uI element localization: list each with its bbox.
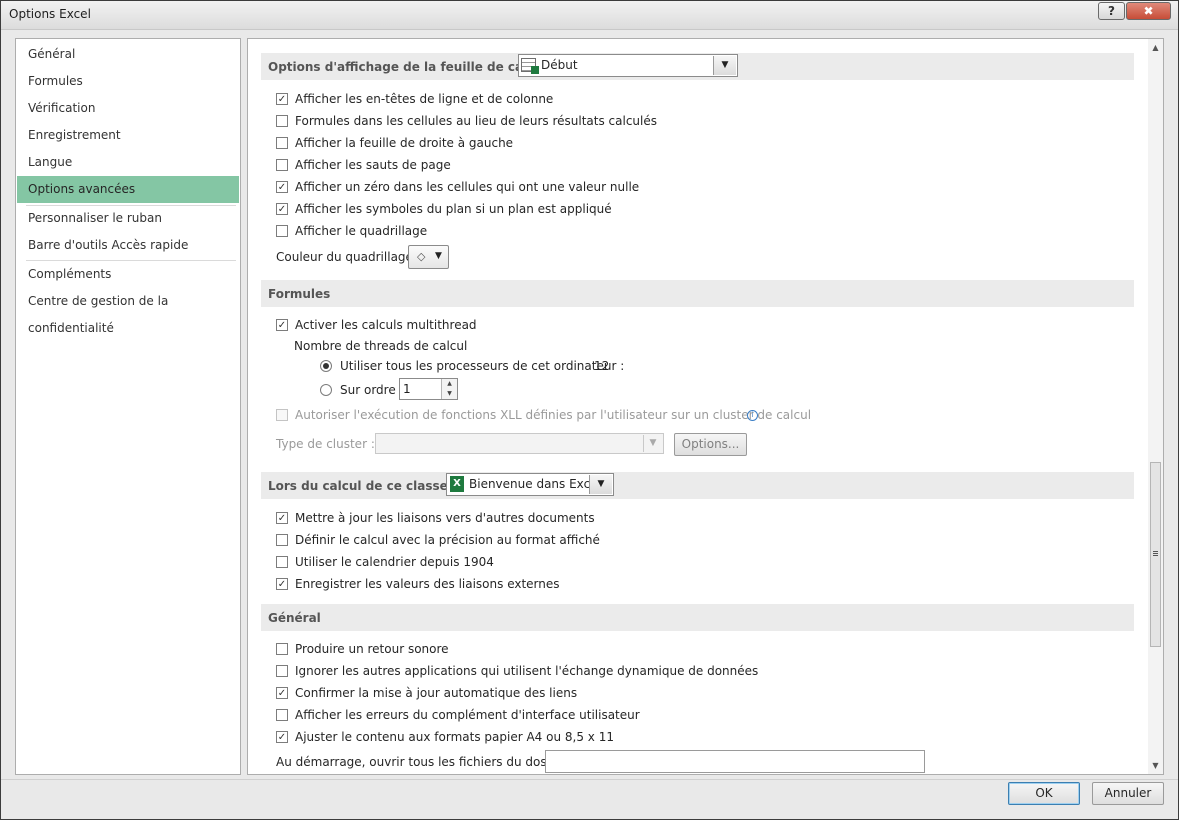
checkbox-label: Afficher le quadrillage — [295, 224, 428, 238]
scroll-thumb[interactable] — [1150, 462, 1161, 647]
excel-icon: X — [450, 476, 464, 492]
scroll-up-arrow-icon[interactable]: ▲ — [1148, 41, 1163, 55]
sidebar-item-general[interactable]: Général — [17, 41, 239, 68]
sidebar-item-addins[interactable]: Compléments — [17, 261, 239, 288]
checkbox-1904-date[interactable] — [276, 556, 288, 568]
worksheet-icon — [521, 58, 539, 74]
section-title: Formules — [268, 287, 331, 301]
checkbox-label: Confirmer la mise à jour automatique des… — [295, 686, 578, 700]
help-button[interactable]: ? — [1098, 2, 1125, 20]
checkbox-confirm-link-update[interactable] — [276, 687, 288, 699]
radio-label: Sur ordre — [340, 383, 396, 397]
checkbox-scale-paper[interactable] — [276, 731, 288, 743]
checkbox-label: Mettre à jour les liaisons vers d'autres… — [295, 511, 595, 525]
checkbox-label: Afficher les en-têtes de ligne et de col… — [295, 92, 554, 106]
gridline-color-button[interactable]: ◇ ▼ — [408, 245, 449, 269]
checkbox-xll-cluster — [276, 409, 288, 421]
sidebar-item-proofing[interactable]: Vérification — [17, 95, 239, 122]
grip-icon — [1153, 551, 1158, 552]
radio-use-all-processors[interactable] — [320, 360, 332, 372]
checkbox-label: Produire un retour sonore — [295, 642, 449, 656]
title-bar[interactable]: Options Excel ? ✖ — [1, 1, 1178, 30]
cluster-type-select: ▼ — [375, 433, 664, 454]
workbook-select-value: Bienvenue dans Exc... — [469, 477, 602, 491]
checkbox-label: Afficher un zéro dans les cellules qui o… — [295, 180, 640, 194]
threads-stepper[interactable]: 1 ▲ ▼ — [399, 378, 458, 400]
checkbox-label: Ignorer les autres applications qui util… — [295, 664, 759, 678]
chevron-down-icon: ▼ — [643, 435, 662, 452]
checkbox-row-col-headers[interactable] — [276, 93, 288, 105]
checkbox-page-breaks[interactable] — [276, 159, 288, 171]
info-icon[interactable]: i — [747, 410, 758, 421]
checkbox-precision-as-displayed[interactable] — [276, 534, 288, 546]
paint-bucket-icon: ◇ — [417, 250, 426, 263]
checkbox-label: Définir le calcul avec la précision au f… — [295, 533, 600, 547]
checkbox-label: Formules dans les cellules au lieu de le… — [295, 114, 657, 128]
sidebar-item-formulas[interactable]: Formules — [17, 68, 239, 95]
radio-manual[interactable] — [320, 384, 332, 396]
section-general: Général — [261, 604, 1134, 631]
cluster-options-button: Options... — [674, 433, 747, 456]
sheet-select-value: Début — [541, 58, 578, 72]
spin-up-icon[interactable]: ▲ — [441, 379, 457, 389]
checkbox-label: Activer les calculs multithread — [295, 318, 477, 332]
window-title: Options Excel — [9, 7, 91, 21]
workbook-select[interactable]: X Bienvenue dans Exc... ▼ — [446, 473, 614, 496]
checkbox-label: Afficher les erreurs du complément d'int… — [295, 708, 640, 722]
section-title: Options d'affichage de la feuille de cal… — [268, 60, 556, 74]
checkbox-ignore-dde[interactable] — [276, 665, 288, 677]
checkbox-label: Afficher les sauts de page — [295, 158, 451, 172]
chevron-down-icon[interactable]: ▼ — [713, 56, 736, 75]
checkbox-addin-errors[interactable] — [276, 709, 288, 721]
section-formulas: Formules — [261, 280, 1134, 307]
threads-label: Nombre de threads de calcul — [294, 339, 468, 353]
options-sidebar: Général Formules Vérification Enregistre… — [15, 38, 241, 775]
startup-folder-input[interactable] — [545, 750, 925, 773]
spin-down-icon[interactable]: ▼ — [441, 389, 457, 399]
sidebar-item-advanced[interactable]: Options avancées — [17, 176, 239, 203]
checkbox-label: Enregistrer les valeurs des liaisons ext… — [295, 577, 560, 591]
sidebar-item-quick-access[interactable]: Barre d'outils Accès rapide — [17, 232, 239, 259]
scroll-down-arrow-icon[interactable]: ▼ — [1148, 759, 1163, 773]
checkbox-show-formulas[interactable] — [276, 115, 288, 127]
sheet-select[interactable]: Début ▼ — [518, 54, 738, 77]
threads-stepper-value[interactable]: 1 — [403, 382, 411, 396]
checkbox-gridlines[interactable] — [276, 225, 288, 237]
checkbox-right-to-left[interactable] — [276, 137, 288, 149]
sidebar-item-language[interactable]: Langue — [17, 149, 239, 176]
checkbox-label: Afficher la feuille de droite à gauche — [295, 136, 514, 150]
checkbox-show-zero[interactable] — [276, 181, 288, 193]
sidebar-item-customize-ribbon[interactable]: Personnaliser le ruban — [17, 205, 239, 232]
checkbox-label: Afficher les symboles du plan si un plan… — [295, 202, 612, 216]
checkbox-save-external-links[interactable] — [276, 578, 288, 590]
gridline-color-label: Couleur du quadrillage — [276, 250, 413, 264]
processor-count: 12 — [594, 359, 610, 373]
checkbox-outline-symbols[interactable] — [276, 203, 288, 215]
sidebar-item-trust-center[interactable]: Centre de gestion de la confidentialité — [17, 288, 239, 335]
checkbox-label: Ajuster le contenu aux formats papier A4… — [295, 730, 614, 744]
cluster-type-label: Type de cluster : — [276, 437, 375, 451]
chevron-down-icon: ▼ — [435, 251, 442, 261]
checkbox-sound-feedback[interactable] — [276, 643, 288, 655]
checkbox-update-links[interactable] — [276, 512, 288, 524]
section-title: Lors du calcul de ce classeur : — [268, 479, 472, 493]
startup-folder-label: Au démarrage, ouvrir tous les fichiers d… — [276, 755, 577, 769]
checkbox-multithread[interactable] — [276, 319, 288, 331]
section-workbook-calc: Lors du calcul de ce classeur : — [261, 472, 1134, 499]
chevron-down-icon[interactable]: ▼ — [589, 475, 612, 494]
close-button[interactable]: ✖ — [1126, 2, 1171, 20]
ok-button[interactable]: OK — [1008, 782, 1080, 805]
sidebar-item-save[interactable]: Enregistrement — [17, 122, 239, 149]
section-title: Général — [268, 611, 321, 625]
footer-divider — [1, 779, 1178, 780]
radio-label: Utiliser tous les processeurs de cet ord… — [340, 359, 625, 373]
checkbox-label: Utiliser le calendrier depuis 1904 — [295, 555, 494, 569]
options-dialog: Options Excel ? ✖ Général Formules Vérif… — [0, 0, 1179, 820]
vertical-scrollbar[interactable]: ▲ ▼ — [1148, 39, 1163, 774]
cancel-button[interactable]: Annuler — [1092, 782, 1164, 805]
checkbox-label: Autoriser l'exécution de fonctions XLL d… — [295, 408, 812, 422]
